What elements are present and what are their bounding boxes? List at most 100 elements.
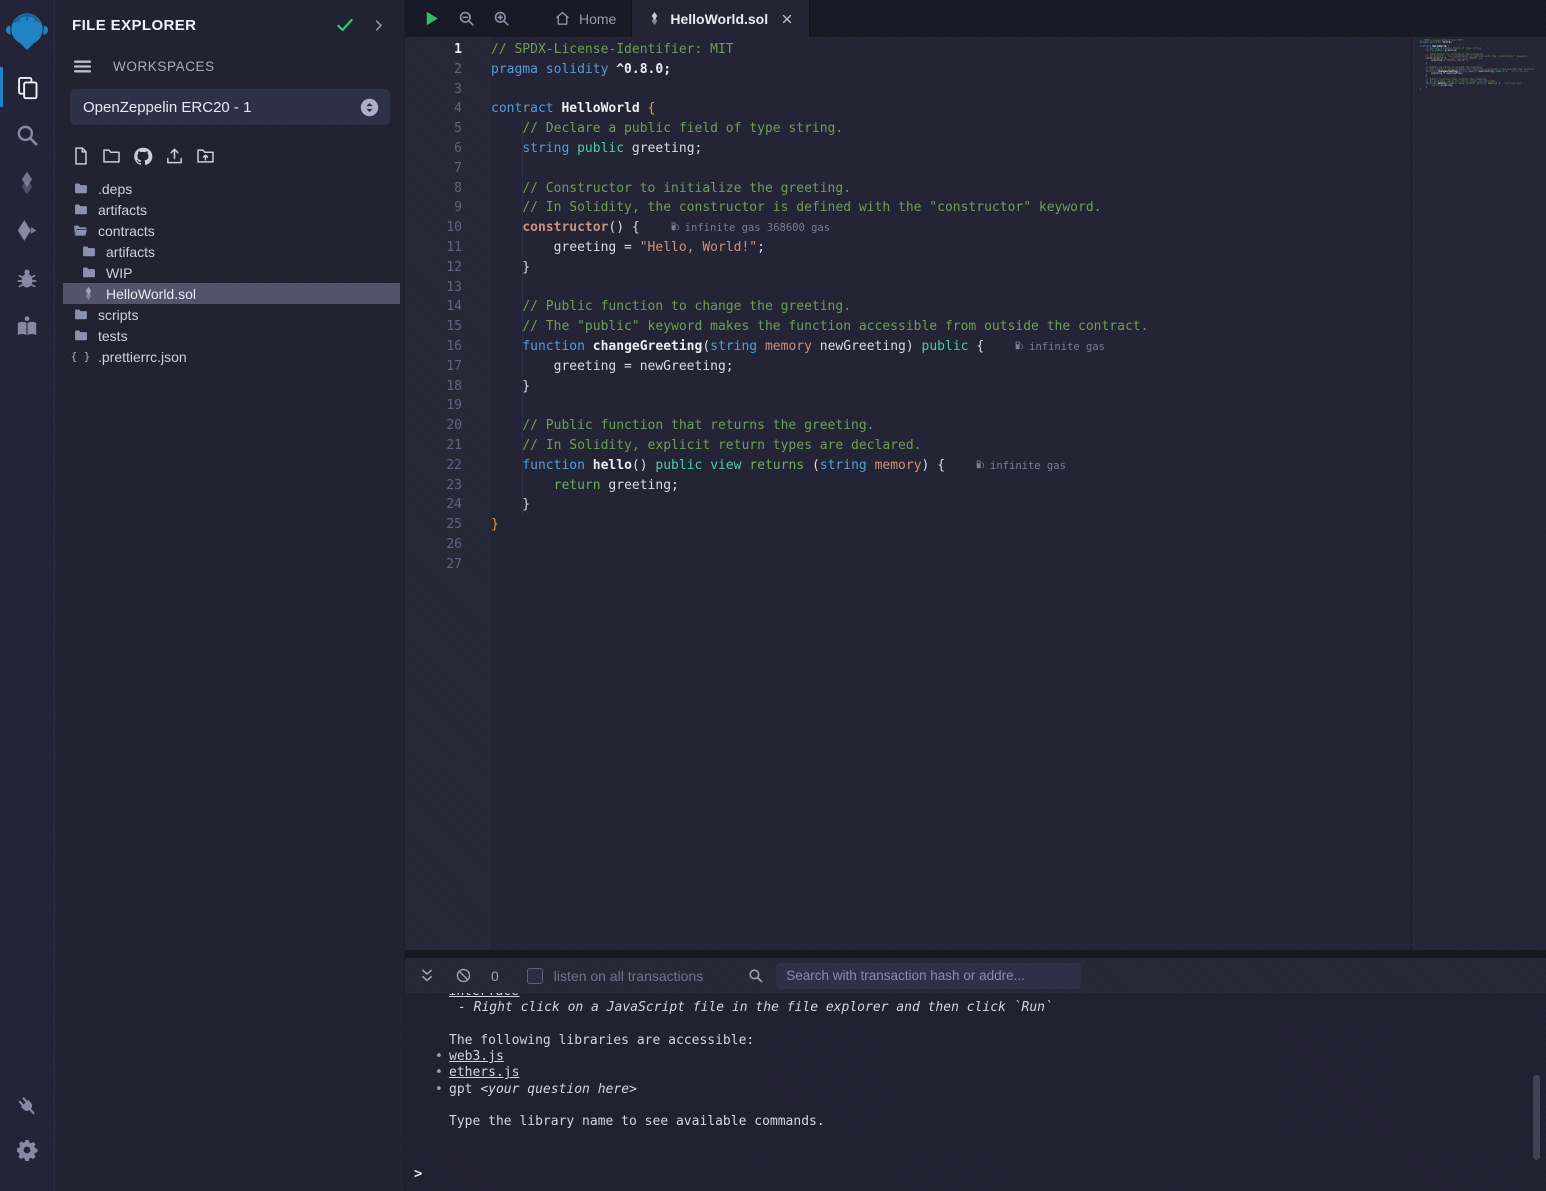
- new-folder-icon[interactable]: [101, 146, 122, 167]
- code-line[interactable]: greeting = newGreeting;: [491, 357, 1411, 377]
- tree-row[interactable]: .deps: [63, 178, 400, 199]
- terminal-prompt[interactable]: >: [405, 1166, 1546, 1191]
- plugin-manager-icon[interactable]: [0, 1089, 55, 1123]
- terminal-link[interactable]: interface: [449, 993, 519, 999]
- code-line[interactable]: string public greeting;: [491, 139, 1411, 159]
- indent-guide: [522, 139, 523, 159]
- indent-guide: [522, 218, 523, 238]
- code-line[interactable]: [491, 396, 1411, 416]
- line-number: 11: [405, 238, 462, 258]
- learneth-icon[interactable]: [0, 310, 55, 344]
- tab-helloworld-sol[interactable]: HelloWorld.sol: [631, 0, 810, 37]
- code-line[interactable]: [491, 555, 1411, 575]
- transaction-count-badge: 0: [491, 968, 499, 984]
- terminal-line: interface: [449, 993, 1546, 1000]
- code-line[interactable]: // Constructor to initialize the greetin…: [491, 179, 1411, 199]
- terminal-line: [449, 1017, 1546, 1033]
- editor-terminal-divider[interactable]: [405, 950, 1546, 958]
- code-line[interactable]: contract HelloWorld {: [491, 99, 1411, 119]
- upload-folder-icon[interactable]: [195, 146, 216, 167]
- tree-row[interactable]: artifacts: [63, 199, 400, 220]
- code-line[interactable]: }: [491, 377, 1411, 397]
- line-number: 16: [405, 337, 462, 357]
- workspace-select[interactable]: OpenZeppelin ERC20 - 1: [70, 89, 390, 125]
- deploy-run-icon[interactable]: [0, 214, 55, 248]
- home-icon: [554, 10, 571, 27]
- code-line[interactable]: // The "public" keyword makes the functi…: [491, 317, 1411, 337]
- tab-home[interactable]: Home: [539, 0, 631, 37]
- code-line[interactable]: }: [491, 515, 1411, 535]
- code-line[interactable]: [491, 535, 1411, 555]
- code-line[interactable]: }: [491, 258, 1411, 278]
- indent-guide: [522, 377, 523, 397]
- code-line[interactable]: [491, 278, 1411, 298]
- tree-row[interactable]: artifacts: [63, 241, 400, 262]
- expand-terminal-icon[interactable]: [418, 967, 436, 985]
- tab-label: Home: [579, 11, 616, 27]
- checkmark-icon[interactable]: [335, 15, 355, 35]
- new-file-icon[interactable]: [71, 146, 91, 167]
- line-number: 20: [405, 416, 462, 436]
- terminal-line: [449, 1098, 1546, 1114]
- tree-row[interactable]: scripts: [63, 304, 400, 325]
- tree-item-label: .prettierrc.json: [98, 349, 187, 365]
- braces-icon: { }: [72, 350, 89, 363]
- tree-row[interactable]: tests: [63, 325, 400, 346]
- search-icon[interactable]: [0, 118, 55, 152]
- solidity-compiler-icon[interactable]: [0, 166, 55, 200]
- folder-icon: [72, 181, 89, 196]
- tree-item-label: .deps: [98, 181, 132, 197]
- terminal-link[interactable]: ethers.js: [449, 1065, 519, 1080]
- terminal-search-input[interactable]: [776, 963, 1081, 989]
- file-explorer-icon[interactable]: [0, 70, 55, 104]
- line-number: 7: [405, 159, 462, 179]
- code-line[interactable]: // Public function to change the greetin…: [491, 297, 1411, 317]
- terminal-output[interactable]: interface- Right click on a JavaScript f…: [405, 993, 1546, 1166]
- terminal-scrollbar-thumb[interactable]: [1533, 1075, 1540, 1160]
- code-line[interactable]: pragma solidity ^0.8.0;: [491, 60, 1411, 80]
- indent-guide: [522, 317, 523, 337]
- code-line[interactable]: // In Solidity, explicit return types ar…: [491, 436, 1411, 456]
- hamburger-menu-icon[interactable]: [72, 56, 93, 77]
- folder-icon: [72, 202, 89, 217]
- code-content[interactable]: // SPDX-License-Identifier: MITpragma so…: [491, 37, 1411, 950]
- tree-row[interactable]: WIP: [63, 262, 400, 283]
- tree-item-label: HelloWorld.sol: [106, 286, 196, 302]
- code-line[interactable]: // Public function that returns the gree…: [491, 416, 1411, 436]
- code-line[interactable]: }: [491, 495, 1411, 515]
- code-line[interactable]: function changeGreeting(string memory ne…: [491, 337, 1411, 357]
- code-line[interactable]: greeting = "Hello, World!";: [491, 238, 1411, 258]
- chevron-right-icon[interactable]: [371, 18, 386, 33]
- indent-guide: [522, 119, 523, 139]
- code-line[interactable]: // Declare a public field of type string…: [491, 119, 1411, 139]
- close-tab-icon[interactable]: [780, 12, 794, 26]
- clone-github-icon[interactable]: [132, 146, 154, 167]
- indent-guide: [522, 159, 523, 179]
- code-line[interactable]: [491, 80, 1411, 100]
- code-line[interactable]: // In Solidity, the constructor is defin…: [491, 198, 1411, 218]
- settings-icon[interactable]: [0, 1133, 55, 1167]
- indent-guide: [522, 456, 523, 476]
- clear-console-icon[interactable]: [455, 967, 472, 984]
- tree-row[interactable]: { } .prettierrc.json: [63, 346, 400, 367]
- zoom-in-button[interactable]: [492, 9, 511, 28]
- terminal-link[interactable]: web3.js: [449, 1049, 504, 1064]
- tree-row[interactable]: HelloWorld.sol: [63, 283, 400, 304]
- terminal-line: The following libraries are accessible:: [449, 1033, 1546, 1049]
- zoom-out-button[interactable]: [457, 9, 476, 28]
- debugger-icon[interactable]: [0, 262, 55, 296]
- minimap[interactable]: // SPDX-License-Identifier: MITpragma so…: [1411, 37, 1546, 950]
- code-line[interactable]: return greeting;: [491, 476, 1411, 496]
- indent-guide: [522, 357, 523, 377]
- upload-file-icon[interactable]: [164, 146, 185, 167]
- terminal-line: •gpt <your question here>: [449, 1082, 1546, 1098]
- run-script-button[interactable]: [422, 9, 441, 28]
- code-line[interactable]: // SPDX-License-Identifier: MIT: [491, 40, 1411, 60]
- code-line[interactable]: function hello() public view returns (st…: [491, 456, 1411, 476]
- code-line[interactable]: [491, 159, 1411, 179]
- tree-row[interactable]: contracts: [63, 220, 400, 241]
- indent-guide: [522, 495, 523, 515]
- code-line[interactable]: constructor() {infinite gas 368600 gas: [491, 218, 1411, 238]
- indent-guide: [522, 476, 523, 496]
- listen-all-transactions-checkbox[interactable]: [527, 968, 543, 984]
